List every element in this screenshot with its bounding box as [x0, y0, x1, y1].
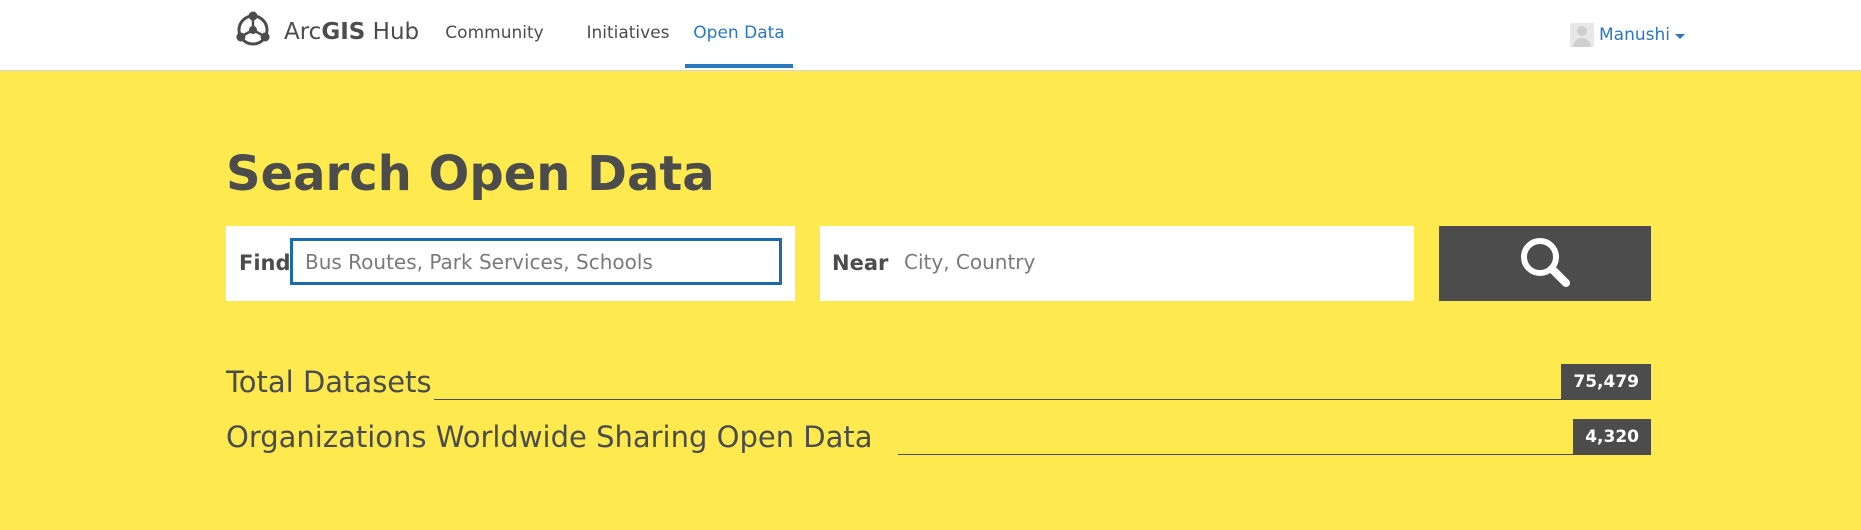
- near-input[interactable]: [898, 238, 1398, 285]
- near-label: Near: [832, 251, 889, 275]
- stat-row-total-datasets: Total Datasets 75,479: [226, 362, 1651, 400]
- stat-count-badge: 75,479: [1561, 364, 1651, 400]
- stat-divider: [898, 454, 1577, 455]
- hub-logo-icon: [234, 11, 272, 53]
- brand-logo[interactable]: ArcGIS Hub: [234, 11, 420, 53]
- find-field-group: Find: [226, 226, 795, 301]
- find-label: Find: [239, 251, 291, 275]
- user-menu[interactable]: Manushi: [1570, 22, 1685, 48]
- user-avatar-icon: [1570, 23, 1594, 47]
- search-button[interactable]: [1439, 226, 1651, 301]
- page-title: Search Open Data: [226, 146, 715, 202]
- nav-link-community[interactable]: Community: [438, 0, 551, 68]
- nav-link-initiatives[interactable]: Initiatives: [572, 0, 684, 68]
- user-name: Manushi: [1599, 25, 1670, 45]
- find-input[interactable]: [290, 238, 782, 285]
- stat-row-organizations: Organizations Worldwide Sharing Open Dat…: [226, 417, 1651, 455]
- top-navbar: ArcGIS Hub Community Initiatives Open Da…: [0, 0, 1861, 71]
- brand-name: ArcGIS Hub: [284, 19, 420, 45]
- search-icon: [1517, 234, 1573, 293]
- stat-label: Total Datasets: [226, 365, 432, 399]
- stat-count-badge: 4,320: [1573, 419, 1651, 455]
- stat-divider: [434, 399, 1567, 400]
- nav-link-open-data[interactable]: Open Data: [685, 0, 793, 68]
- near-field-group: Near: [820, 226, 1414, 301]
- caret-down-icon: [1675, 34, 1685, 39]
- stat-label: Organizations Worldwide Sharing Open Dat…: [226, 420, 873, 454]
